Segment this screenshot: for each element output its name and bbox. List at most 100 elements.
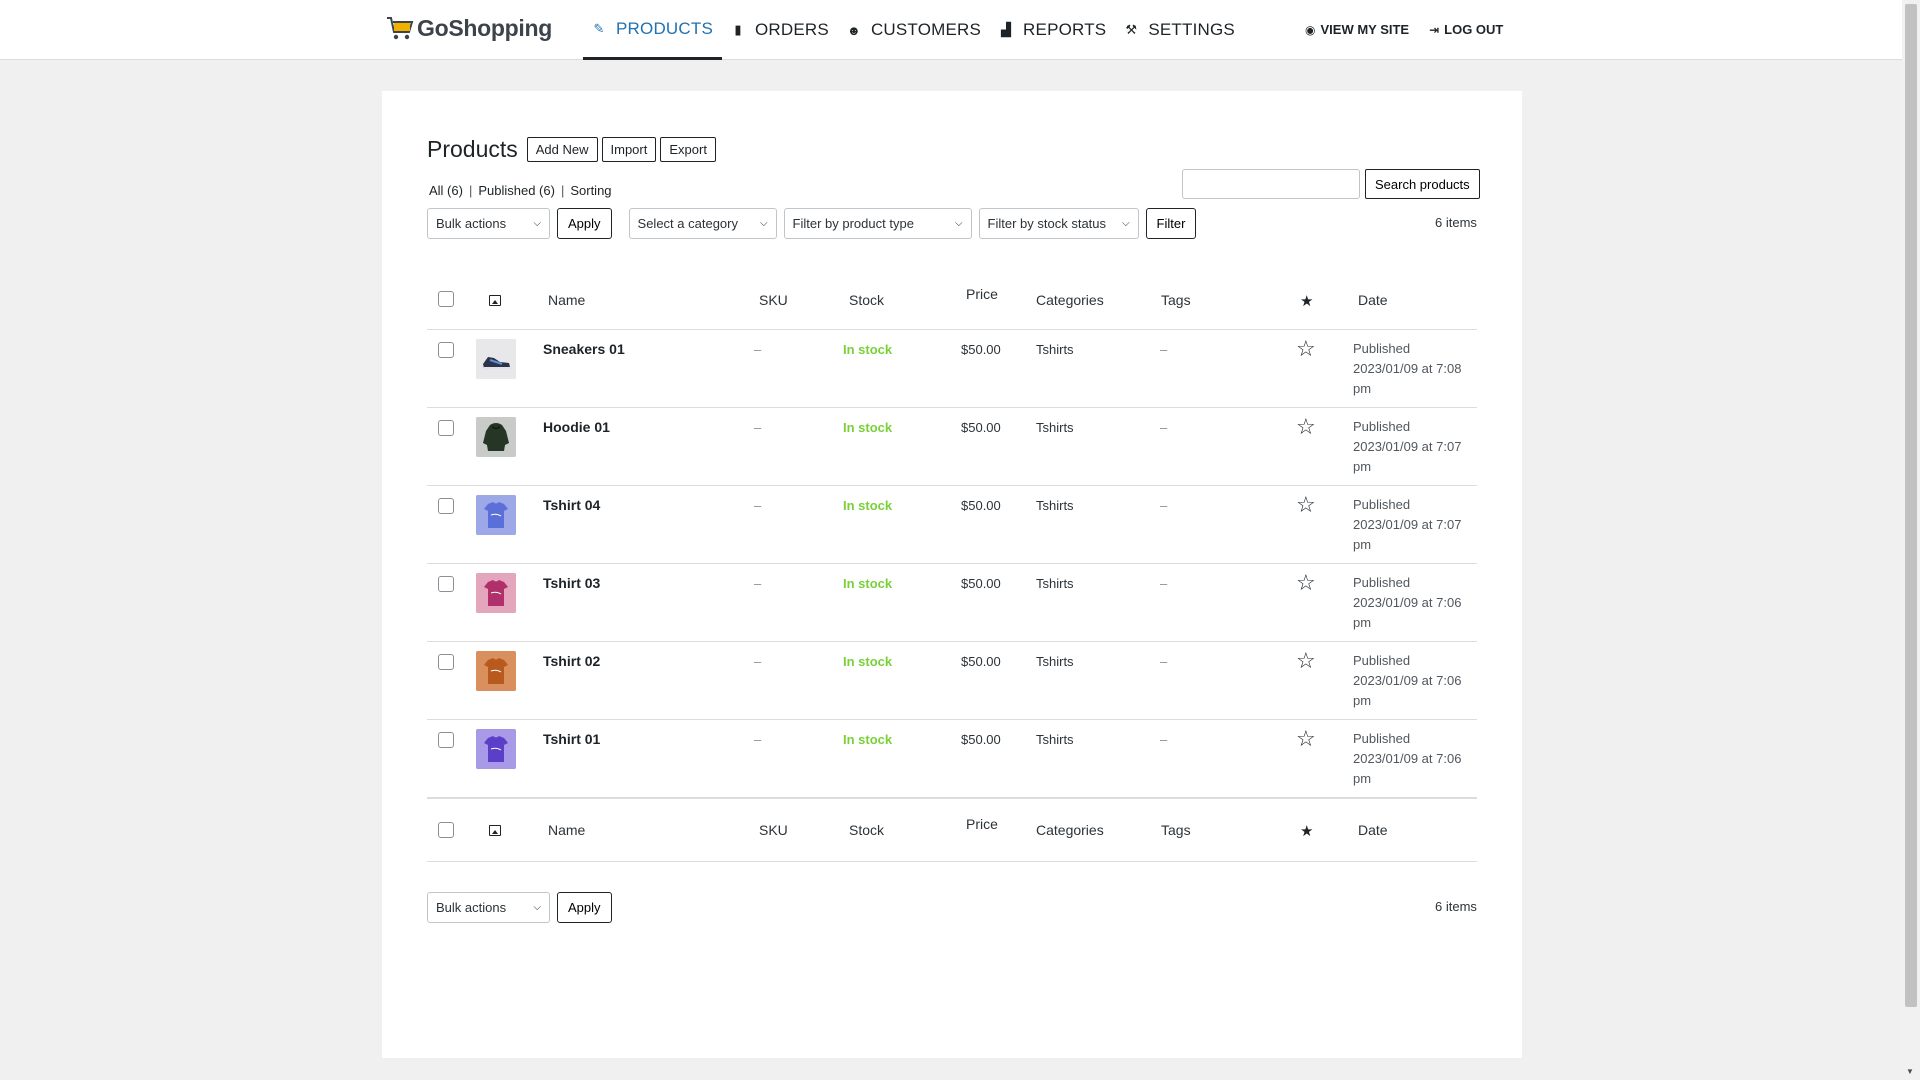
product-name-link[interactable]: Tshirt 04 [543,497,600,513]
product-tags: – [1160,576,1168,591]
log-out-label: LOG OUT [1444,22,1504,37]
product-type-select-value: Filter by product type [792,216,914,231]
column-stock: Stock [849,292,885,308]
table-row: Tshirt 04 – In stock $50.00 Tshirts – ☆ Publish… [427,486,1477,564]
bulk-actions-value: Bulk actions [436,900,507,915]
stock-status-select[interactable]: Filter by stock status ⌵ [978,208,1139,239]
featured-column-star-icon[interactable]: ★ [1300,292,1313,310]
bulk-actions-select[interactable]: Bulk actions ⌵ [427,208,550,239]
page-scrollbar[interactable]: ▼ [1902,0,1920,1080]
log-out-link[interactable]: ⇥ LOG OUT [1429,22,1503,37]
date-value: 2023/01/09 at 7:06 pm [1353,751,1462,786]
view-separator: | [560,183,565,198]
product-category-link[interactable]: Tshirts [1036,576,1074,591]
product-thumbnail[interactable] [476,417,516,457]
date-value: 2023/01/09 at 7:06 pm [1353,673,1462,708]
view-sorting-link[interactable]: Sorting [570,183,611,198]
product-price: $50.00 [961,342,1001,357]
column-date[interactable]: Date [1358,822,1388,838]
product-thumbnail[interactable] [476,729,516,769]
date-status: Published [1353,419,1411,434]
featured-star-icon[interactable]: ☆ [1296,572,1316,594]
product-thumbnail[interactable] [476,651,516,691]
stock-status: In stock [843,654,893,669]
view-all-link[interactable]: All (6) [429,183,463,198]
column-name[interactable]: Name [548,822,585,838]
row-checkbox[interactable] [438,342,454,358]
product-category-link[interactable]: Tshirts [1036,498,1074,513]
view-filters: All (6) | Published (6) | Sorting [429,183,612,198]
nav-products[interactable]: ✎ PRODUCTS [583,0,722,60]
scroll-thumb[interactable] [1905,4,1917,1007]
product-type-select[interactable]: Filter by product type ⌵ [783,208,972,239]
featured-star-icon[interactable]: ☆ [1296,338,1316,360]
row-checkbox[interactable] [438,732,454,748]
product-category-link[interactable]: Tshirts [1036,654,1074,669]
stock-status: In stock [843,576,893,591]
row-checkbox[interactable] [438,420,454,436]
top-tablenav: Bulk actions ⌵ Apply Select a category ⌵… [427,208,1197,239]
product-name-link[interactable]: Sneakers 01 [543,341,625,357]
featured-star-icon[interactable]: ☆ [1296,650,1316,672]
product-category-link[interactable]: Tshirts [1036,420,1074,435]
product-tags: – [1160,342,1168,357]
product-name-link[interactable]: Hoodie 01 [543,419,610,435]
featured-star-icon[interactable]: ☆ [1296,728,1316,750]
category-select[interactable]: Select a category ⌵ [628,208,777,239]
column-sku[interactable]: SKU [759,822,788,838]
row-checkbox[interactable] [438,576,454,592]
nav-reports-label: REPORTS [1023,20,1107,39]
featured-star-icon[interactable]: ☆ [1296,494,1316,516]
chevron-down-icon: ⌵ [954,218,963,229]
brand-logo[interactable]: GoShopping [385,13,552,43]
bulk-actions-select-bottom[interactable]: Bulk actions ⌵ [427,892,550,923]
nav-orders[interactable]: ▮ ORDERS [722,0,838,60]
product-tags: – [1160,654,1168,669]
featured-star-icon[interactable]: ☆ [1296,416,1316,438]
select-all-checkbox-footer[interactable] [438,822,454,838]
search-products-button[interactable]: Search products [1365,169,1480,199]
featured-column-star-icon[interactable]: ★ [1300,822,1313,840]
table-row: Tshirt 01 – In stock $50.00 Tshirts – ☆ Publish… [427,720,1477,798]
nav-products-label: PRODUCTS [616,18,713,38]
apply-button-bottom[interactable]: Apply [557,892,612,923]
column-sku[interactable]: SKU [759,292,788,308]
view-published-link[interactable]: Published (6) [478,183,555,198]
product-name-link[interactable]: Tshirt 03 [543,575,600,591]
product-name-link[interactable]: Tshirt 01 [543,731,600,747]
column-price[interactable]: Price [966,816,998,832]
import-button[interactable]: Import [601,137,657,162]
product-name-link[interactable]: Tshirt 02 [543,653,600,669]
nav-settings[interactable]: ⚒ SETTINGS [1115,0,1244,60]
page-title: Products [427,136,518,162]
search-products-input[interactable] [1182,169,1360,199]
add-new-button[interactable]: Add New [526,137,598,162]
column-price[interactable]: Price [966,286,998,302]
product-thumbnail[interactable] [476,573,516,613]
product-category-link[interactable]: Tshirts [1036,342,1074,357]
select-all-checkbox[interactable] [438,291,454,307]
column-name[interactable]: Name [548,292,585,308]
export-button[interactable]: Export [660,137,716,162]
scroll-down-arrow-icon[interactable]: ▼ [1906,1067,1914,1076]
product-sku: – [754,654,762,669]
column-date[interactable]: Date [1358,292,1388,308]
row-checkbox[interactable] [438,654,454,670]
date-status: Published [1353,653,1411,668]
stock-status: In stock [843,498,893,513]
table-row: Tshirt 02 – In stock $50.00 Tshirts – ☆ Publish… [427,642,1477,720]
product-date: Published 2023/01/09 at 7:08 pm [1353,339,1478,399]
view-my-site-link[interactable]: ◉ VIEW MY SITE [1305,22,1409,37]
product-sku: – [754,420,762,435]
nav-reports[interactable]: ▟ REPORTS [990,0,1115,60]
product-category-link[interactable]: Tshirts [1036,732,1074,747]
product-thumbnail[interactable] [476,339,516,379]
date-value: 2023/01/09 at 7:08 pm [1353,361,1462,396]
apply-button[interactable]: Apply [557,208,612,239]
nav-customers[interactable]: ☻ CUSTOMERS [838,0,990,60]
column-tags: Tags [1161,822,1191,838]
date-value: 2023/01/09 at 7:07 pm [1353,439,1462,474]
product-thumbnail[interactable] [476,495,516,535]
filter-button[interactable]: Filter [1145,208,1197,239]
row-checkbox[interactable] [438,498,454,514]
